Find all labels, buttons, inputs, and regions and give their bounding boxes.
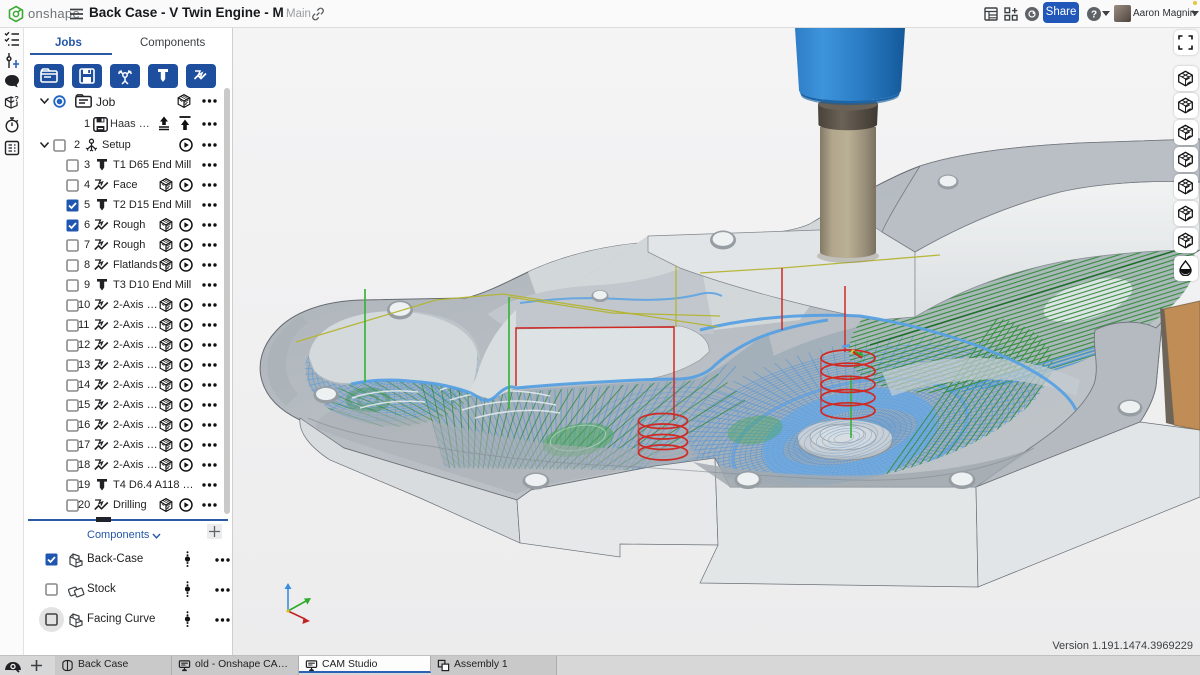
- svg-text:?: ?: [14, 95, 19, 103]
- svg-text:?: ?: [1091, 10, 1097, 21]
